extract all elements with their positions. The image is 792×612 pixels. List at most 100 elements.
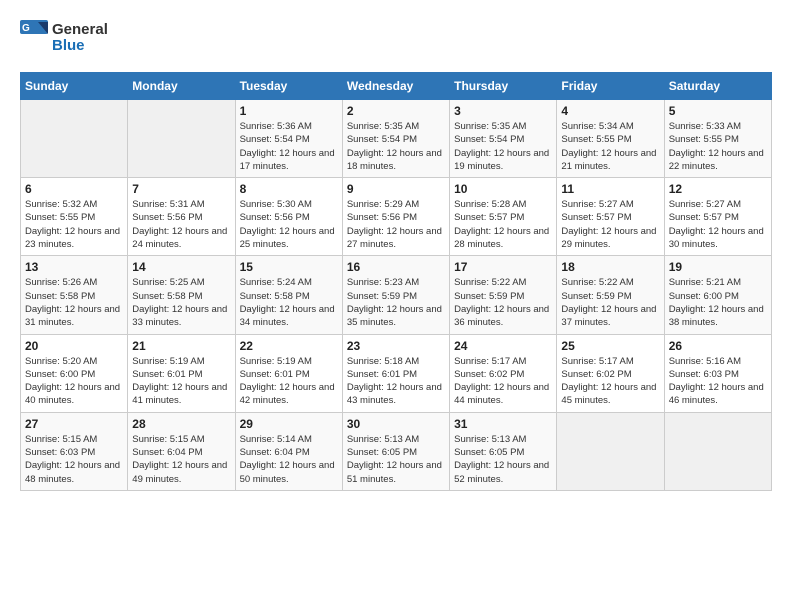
calendar-cell: 20Sunrise: 5:20 AMSunset: 6:00 PMDayligh… bbox=[21, 334, 128, 412]
day-number: 15 bbox=[240, 260, 338, 274]
logo-text: General Blue bbox=[52, 22, 108, 55]
day-details: Sunrise: 5:24 AMSunset: 5:58 PMDaylight:… bbox=[240, 277, 335, 328]
day-number: 27 bbox=[25, 417, 123, 431]
svg-text:G: G bbox=[22, 23, 30, 34]
calendar-cell bbox=[128, 100, 235, 178]
calendar-table: SundayMondayTuesdayWednesdayThursdayFrid… bbox=[20, 72, 772, 491]
day-number: 9 bbox=[347, 182, 445, 196]
day-number: 17 bbox=[454, 260, 552, 274]
calendar-cell: 17Sunrise: 5:22 AMSunset: 5:59 PMDayligh… bbox=[450, 256, 557, 334]
day-number: 23 bbox=[347, 339, 445, 353]
day-details: Sunrise: 5:19 AMSunset: 6:01 PMDaylight:… bbox=[240, 356, 335, 407]
calendar-cell: 21 Sunrise: 5:19 AMSunset: 6:01 PMDayligh… bbox=[128, 334, 235, 412]
day-details: Sunrise: 5:32 AMSunset: 5:55 PMDaylight:… bbox=[25, 199, 120, 250]
day-number: 11 bbox=[561, 182, 659, 196]
day-details: Sunrise: 5:16 AMSunset: 6:03 PMDaylight:… bbox=[669, 356, 764, 407]
calendar-cell bbox=[664, 412, 771, 490]
calendar-cell: 12Sunrise: 5:27 AMSunset: 5:57 PMDayligh… bbox=[664, 178, 771, 256]
day-details: Sunrise: 5:13 AMSunset: 6:05 PMDaylight:… bbox=[347, 434, 442, 485]
calendar-cell: 9 Sunrise: 5:29 AMSunset: 5:56 PMDaylight… bbox=[342, 178, 449, 256]
calendar-cell: 19Sunrise: 5:21 AMSunset: 6:00 PMDayligh… bbox=[664, 256, 771, 334]
weekday-header-sunday: Sunday bbox=[21, 73, 128, 100]
calendar-week-5: 27 Sunrise: 5:15 AMSunset: 6:03 PMDayligh… bbox=[21, 412, 772, 490]
day-number: 12 bbox=[669, 182, 767, 196]
day-details: Sunrise: 5:28 AMSunset: 5:57 PMDaylight:… bbox=[454, 199, 549, 250]
calendar-cell: 28 Sunrise: 5:15 AMSunset: 6:04 PMDayligh… bbox=[128, 412, 235, 490]
day-number: 3 bbox=[454, 104, 552, 118]
calendar-cell: 7Sunrise: 5:31 AMSunset: 5:56 PMDaylight… bbox=[128, 178, 235, 256]
day-details: Sunrise: 5:17 AMSunset: 6:02 PMDaylight:… bbox=[561, 356, 656, 407]
calendar-cell: 4 Sunrise: 5:34 AMSunset: 5:55 PMDaylight… bbox=[557, 100, 664, 178]
calendar-cell: 27 Sunrise: 5:15 AMSunset: 6:03 PMDayligh… bbox=[21, 412, 128, 490]
calendar-cell: 23 Sunrise: 5:18 AMSunset: 6:01 PMDayligh… bbox=[342, 334, 449, 412]
weekday-header-wednesday: Wednesday bbox=[342, 73, 449, 100]
calendar-cell bbox=[21, 100, 128, 178]
day-details: Sunrise: 5:18 AMSunset: 6:01 PMDaylight:… bbox=[347, 356, 442, 407]
day-number: 1 bbox=[240, 104, 338, 118]
page-header: G General Blue bbox=[20, 20, 772, 56]
day-details: Sunrise: 5:21 AMSunset: 6:00 PMDaylight:… bbox=[669, 277, 764, 328]
day-details: Sunrise: 5:22 AMSunset: 5:59 PMDaylight:… bbox=[561, 277, 656, 328]
weekday-header-row: SundayMondayTuesdayWednesdayThursdayFrid… bbox=[21, 73, 772, 100]
day-details: Sunrise: 5:30 AMSunset: 5:56 PMDaylight:… bbox=[240, 199, 335, 250]
calendar-week-4: 20Sunrise: 5:20 AMSunset: 6:00 PMDayligh… bbox=[21, 334, 772, 412]
day-details: Sunrise: 5:14 AMSunset: 6:04 PMDaylight:… bbox=[240, 434, 335, 485]
weekday-header-friday: Friday bbox=[557, 73, 664, 100]
day-details: Sunrise: 5:26 AMSunset: 5:58 PMDaylight:… bbox=[25, 277, 120, 328]
weekday-header-tuesday: Tuesday bbox=[235, 73, 342, 100]
calendar-cell: 25 Sunrise: 5:17 AMSunset: 6:02 PMDayligh… bbox=[557, 334, 664, 412]
calendar-cell: 16 Sunrise: 5:23 AMSunset: 5:59 PMDayligh… bbox=[342, 256, 449, 334]
day-details: Sunrise: 5:29 AMSunset: 5:56 PMDaylight:… bbox=[347, 199, 442, 250]
calendar-week-1: 1 Sunrise: 5:36 AMSunset: 5:54 PMDaylight… bbox=[21, 100, 772, 178]
day-details: Sunrise: 5:15 AMSunset: 6:03 PMDaylight:… bbox=[25, 434, 120, 485]
day-number: 26 bbox=[669, 339, 767, 353]
calendar-cell: 13Sunrise: 5:26 AMSunset: 5:58 PMDayligh… bbox=[21, 256, 128, 334]
day-number: 24 bbox=[454, 339, 552, 353]
day-details: Sunrise: 5:36 AMSunset: 5:54 PMDaylight:… bbox=[240, 121, 335, 172]
calendar-cell: 26 Sunrise: 5:16 AMSunset: 6:03 PMDayligh… bbox=[664, 334, 771, 412]
day-details: Sunrise: 5:17 AMSunset: 6:02 PMDaylight:… bbox=[454, 356, 549, 407]
calendar-week-3: 13Sunrise: 5:26 AMSunset: 5:58 PMDayligh… bbox=[21, 256, 772, 334]
day-number: 2 bbox=[347, 104, 445, 118]
calendar-week-2: 6 Sunrise: 5:32 AMSunset: 5:55 PMDaylight… bbox=[21, 178, 772, 256]
logo: G General Blue bbox=[20, 20, 108, 56]
calendar-cell: 8 Sunrise: 5:30 AMSunset: 5:56 PMDaylight… bbox=[235, 178, 342, 256]
day-number: 8 bbox=[240, 182, 338, 196]
day-details: Sunrise: 5:34 AMSunset: 5:55 PMDaylight:… bbox=[561, 121, 656, 172]
weekday-header-saturday: Saturday bbox=[664, 73, 771, 100]
day-details: Sunrise: 5:19 AMSunset: 6:01 PMDaylight:… bbox=[132, 356, 227, 407]
calendar-cell bbox=[557, 412, 664, 490]
day-number: 7 bbox=[132, 182, 230, 196]
day-details: Sunrise: 5:35 AMSunset: 5:54 PMDaylight:… bbox=[347, 121, 442, 172]
day-number: 16 bbox=[347, 260, 445, 274]
day-number: 28 bbox=[132, 417, 230, 431]
day-number: 21 bbox=[132, 339, 230, 353]
day-details: Sunrise: 5:25 AMSunset: 5:58 PMDaylight:… bbox=[132, 277, 227, 328]
calendar-cell: 31Sunrise: 5:13 AMSunset: 6:05 PMDayligh… bbox=[450, 412, 557, 490]
calendar-cell: 1 Sunrise: 5:36 AMSunset: 5:54 PMDaylight… bbox=[235, 100, 342, 178]
calendar-cell: 18 Sunrise: 5:22 AMSunset: 5:59 PMDayligh… bbox=[557, 256, 664, 334]
day-number: 5 bbox=[669, 104, 767, 118]
day-number: 18 bbox=[561, 260, 659, 274]
calendar-cell: 5Sunrise: 5:33 AMSunset: 5:55 PMDaylight… bbox=[664, 100, 771, 178]
day-details: Sunrise: 5:13 AMSunset: 6:05 PMDaylight:… bbox=[454, 434, 549, 485]
day-number: 30 bbox=[347, 417, 445, 431]
logo: G General Blue bbox=[20, 20, 108, 56]
day-number: 6 bbox=[25, 182, 123, 196]
day-number: 4 bbox=[561, 104, 659, 118]
day-details: Sunrise: 5:15 AMSunset: 6:04 PMDaylight:… bbox=[132, 434, 227, 485]
calendar-cell: 15 Sunrise: 5:24 AMSunset: 5:58 PMDayligh… bbox=[235, 256, 342, 334]
day-number: 25 bbox=[561, 339, 659, 353]
weekday-header-thursday: Thursday bbox=[450, 73, 557, 100]
calendar-cell: 29 Sunrise: 5:14 AMSunset: 6:04 PMDayligh… bbox=[235, 412, 342, 490]
day-details: Sunrise: 5:27 AMSunset: 5:57 PMDaylight:… bbox=[561, 199, 656, 250]
day-number: 22 bbox=[240, 339, 338, 353]
day-details: Sunrise: 5:23 AMSunset: 5:59 PMDaylight:… bbox=[347, 277, 442, 328]
day-details: Sunrise: 5:35 AMSunset: 5:54 PMDaylight:… bbox=[454, 121, 549, 172]
calendar-cell: 14Sunrise: 5:25 AMSunset: 5:58 PMDayligh… bbox=[128, 256, 235, 334]
calendar-cell: 30 Sunrise: 5:13 AMSunset: 6:05 PMDayligh… bbox=[342, 412, 449, 490]
weekday-header-monday: Monday bbox=[128, 73, 235, 100]
day-number: 20 bbox=[25, 339, 123, 353]
day-number: 29 bbox=[240, 417, 338, 431]
day-number: 10 bbox=[454, 182, 552, 196]
